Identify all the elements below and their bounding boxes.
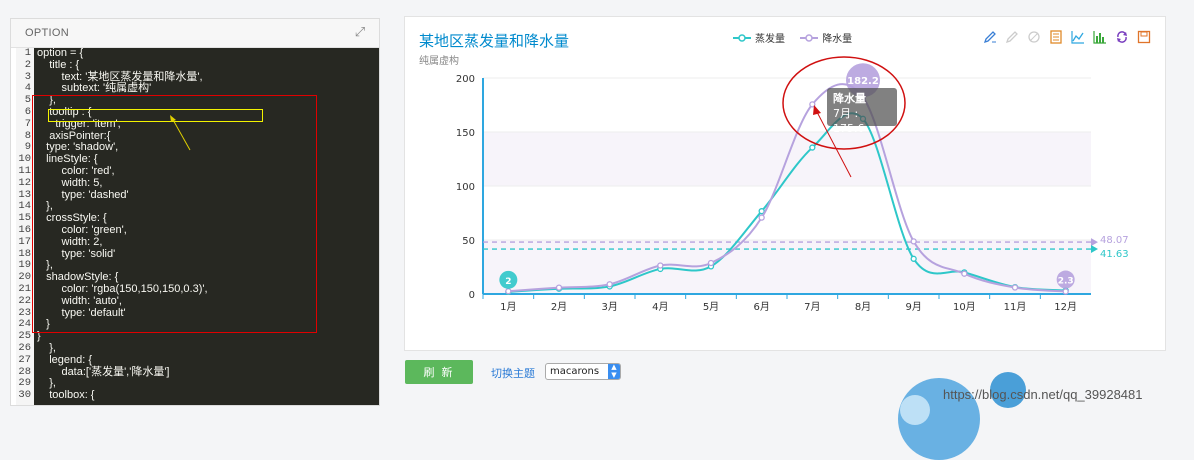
code-line: width: 5,: [37, 176, 103, 189]
grid-band: [483, 240, 1091, 294]
x-tick-label: 12月: [1054, 301, 1077, 313]
tooltip-series-name: 降水量: [833, 92, 866, 105]
data-point: [505, 288, 512, 295]
y-tick-label: 150: [456, 128, 475, 139]
data-point: [910, 238, 917, 245]
mark-line-arrow: [1091, 245, 1098, 254]
code-line: type: 'solid': [37, 247, 116, 260]
code-line: title : {: [37, 58, 80, 71]
tooltip-value: 7月 : 175.6: [833, 107, 865, 135]
x-tick-label: 8月: [855, 301, 871, 313]
code-line: tooltip : {: [37, 105, 92, 118]
line-number-gutter: 1 2 3 4 5 6 7 8 9 10 11 12 13 14 15 16 17 18 19 20 21 22 23 24 2…: [16, 48, 34, 405]
code-line: type: 'dashed': [37, 188, 129, 201]
x-tick-label: 2月: [551, 301, 567, 313]
watermark-text: https://blog.csdn.net/qq_39928481: [943, 387, 1143, 402]
code-editor[interactable]: 1 2 3 4 5 6 7 8 9 10 11 12 13 14 15 16 17 18 19 20 21 22 23 24 2…: [16, 48, 379, 405]
line-number: 2: [24, 58, 31, 71]
line-number: 26: [18, 341, 31, 354]
line-number: 21: [18, 282, 31, 295]
chevron-updown-icon: ▲ ▼: [608, 363, 620, 379]
grid-band: [483, 186, 1091, 240]
code-content[interactable]: option = { title : { text: '某地区蒸发量和降水量',…: [37, 48, 379, 402]
data-point: [961, 270, 968, 277]
chart-panel: 某地区蒸发量和降水量 纯属虚构 蒸发量 降水量 0 50 100 150 200 1月 2月…: [404, 16, 1166, 351]
code-line: color: 'green',: [37, 223, 127, 236]
x-tick-label: 9月: [905, 301, 921, 313]
line-number: 7: [24, 117, 31, 130]
code-line: toolbox: {: [37, 389, 95, 402]
code-line: subtext: '纯属虚构': [37, 82, 152, 95]
data-point: [555, 284, 563, 291]
line-number: 22: [18, 294, 31, 307]
mark-point-label: 182.2: [847, 76, 879, 87]
code-line: },: [37, 341, 56, 354]
data-point: [809, 144, 816, 151]
code-line: color: 'red',: [37, 164, 115, 177]
line-number: 27: [18, 353, 31, 366]
decorative-bubble: [900, 395, 930, 425]
option-panel: OPTION ⤢ 1 2 3 4 5 6 7 8 9 10 11 12 13 14 15 16 17 18 19 20…: [10, 18, 380, 406]
code-line: color: 'rgba(150,150,150,0.3)',: [37, 282, 208, 295]
x-tick-label: 10月: [953, 301, 976, 313]
x-tick-label: 6月: [753, 301, 769, 313]
line-chart: 0 50 100 150 200 1月 2月 3月 4月 5月 6月 7月 8月 9月 10月 11月 12月 4…: [456, 56, 1129, 313]
y-tick-label: 0: [469, 290, 475, 301]
x-tick-label: 11月: [1004, 301, 1027, 313]
line-number: 6: [24, 105, 31, 118]
code-line: data:['蒸发量','降水量']: [37, 365, 170, 378]
code-line: type: 'default': [37, 306, 126, 319]
data-point: [606, 281, 613, 288]
data-point: [657, 262, 664, 269]
x-tick-label: 5月: [703, 301, 719, 313]
theme-select-value: macarons: [550, 366, 600, 377]
line-number: 16: [18, 223, 31, 236]
y-tick-label: 100: [456, 182, 475, 193]
code-line: width: 'auto',: [37, 294, 122, 307]
mark-line-arrow: [1091, 238, 1098, 247]
y-tick-label: 200: [456, 74, 475, 85]
annotation-arrow-icon: [170, 115, 191, 151]
mark-point-label: 2.3: [1058, 277, 1074, 287]
line-number: 11: [18, 164, 31, 177]
y-tick-label: 50: [462, 236, 475, 247]
line-number: 17: [18, 235, 31, 248]
x-tick-label: 4月: [652, 301, 668, 313]
refresh-button[interactable]: 刷 新: [405, 360, 473, 384]
mark-line-label: 41.63: [1100, 249, 1129, 260]
code-line: width: 2,: [37, 235, 103, 248]
data-point: [758, 214, 765, 221]
x-tick-label: 3月: [601, 301, 617, 313]
data-point: [1011, 284, 1019, 291]
line-number: 30: [18, 389, 31, 402]
code-line: }: [37, 318, 50, 331]
data-point: [1062, 288, 1069, 295]
code-line: option = {: [37, 48, 84, 59]
chart-tooltip: 降水量 7月 : 175.6: [827, 88, 897, 135]
option-panel-header: OPTION ⤢: [11, 19, 379, 48]
expand-icon[interactable]: ⤢: [353, 26, 367, 40]
data-point: [910, 255, 917, 262]
theme-select[interactable]: macarons ▲ ▼: [545, 363, 621, 380]
code-line: }: [37, 330, 41, 343]
x-tick-label: 7月: [804, 301, 820, 313]
mark-point-label: 2: [505, 277, 511, 287]
line-number: 12: [18, 176, 31, 189]
mark-line-label: 48.07: [1100, 235, 1129, 246]
theme-label: 切换主题: [491, 367, 535, 380]
code-line: legend: {: [37, 353, 93, 366]
x-tick-label: 1月: [500, 301, 516, 313]
data-point: [707, 259, 715, 267]
code-line: trigger: 'item',: [37, 117, 121, 130]
option-panel-title: OPTION: [25, 27, 69, 39]
